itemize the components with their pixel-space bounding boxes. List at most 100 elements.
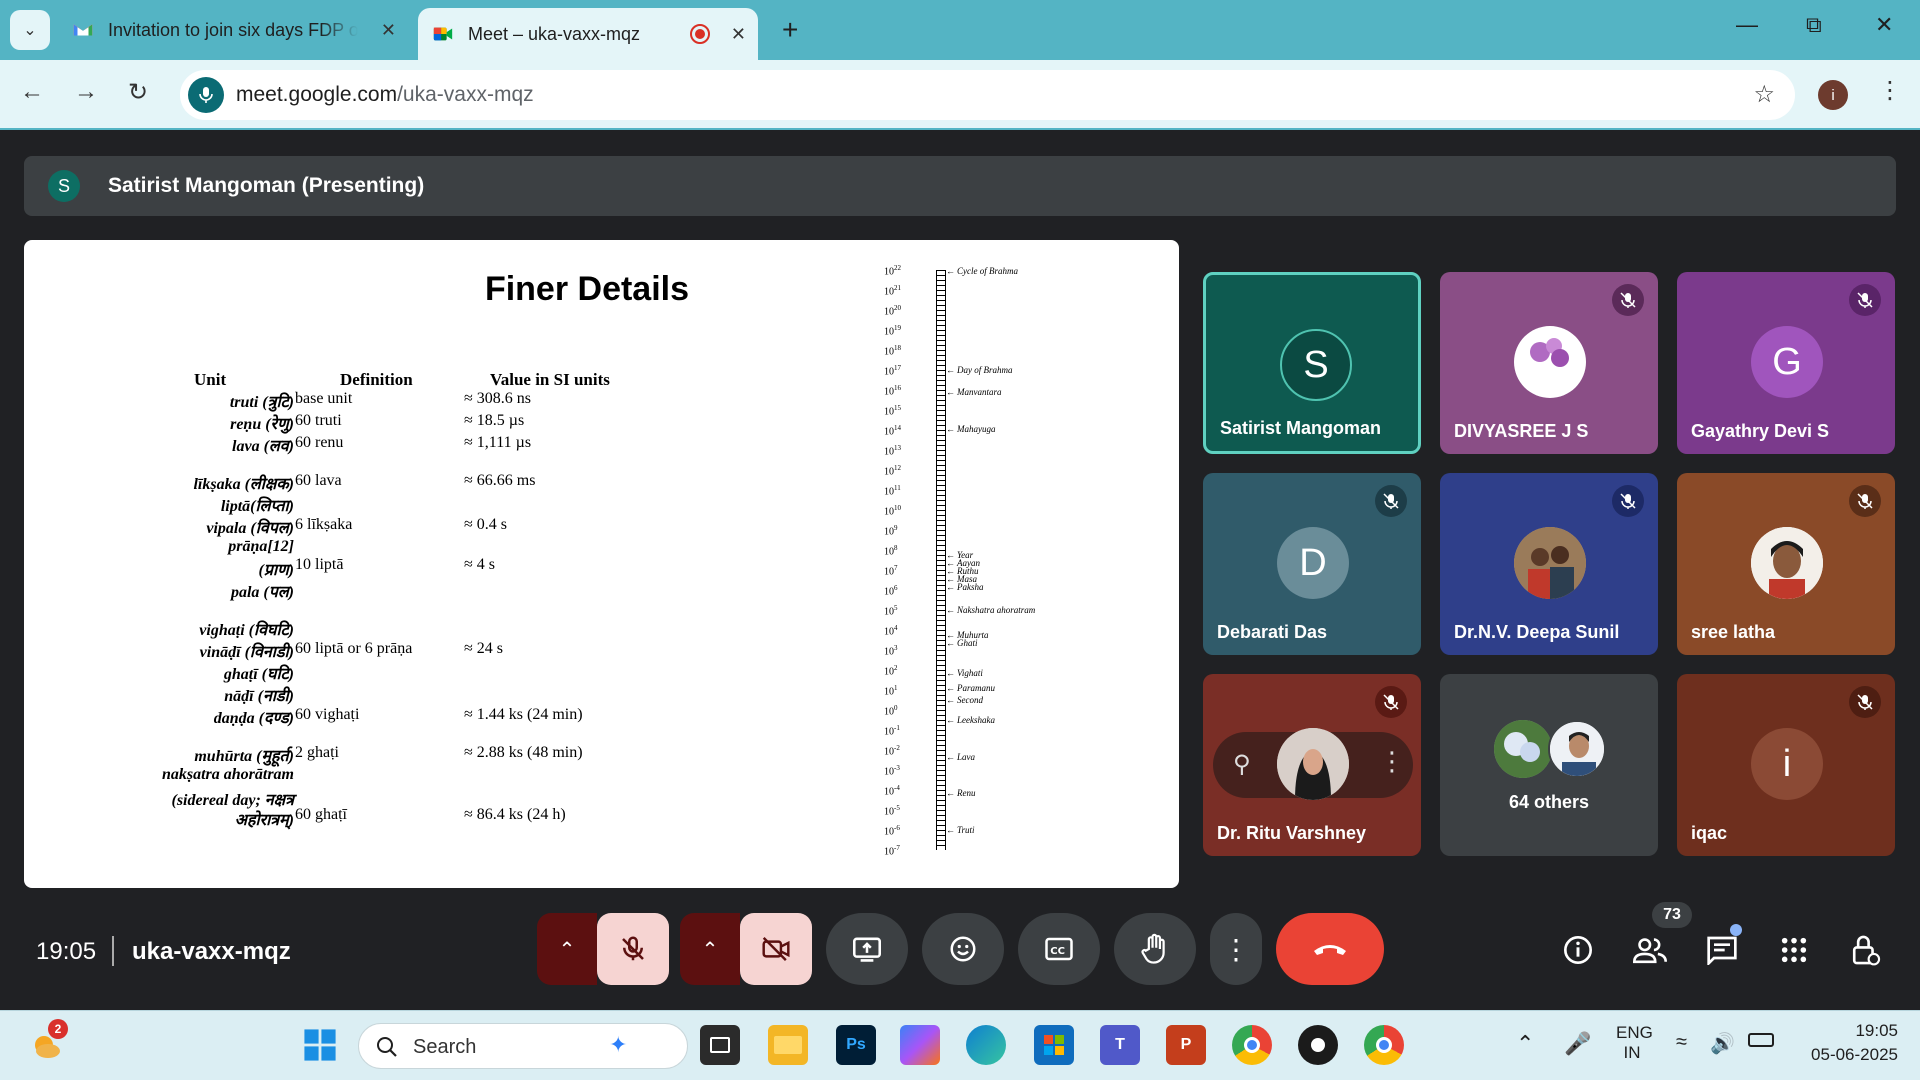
profile-avatar[interactable]: i [1818, 80, 1848, 110]
volume-icon[interactable]: 🔊 [1710, 1031, 1735, 1056]
unit-cell: muhūrta (मुहूर्त) [194, 748, 294, 765]
scale-tick-label: 1010 [884, 504, 901, 518]
tab-search-button[interactable]: ⌄ [10, 10, 50, 50]
present-screen-button[interactable] [826, 913, 908, 985]
participant-name: Dr.N.V. Deepa Sunil [1454, 622, 1620, 642]
close-icon[interactable]: ✕ [731, 24, 746, 45]
scale-tick-label: 10-1 [884, 724, 900, 738]
obs-studio-icon[interactable] [1298, 1025, 1338, 1065]
value-cell: ≈ 4 s [464, 556, 496, 573]
windows-start-icon[interactable] [300, 1025, 340, 1065]
camera-off-button[interactable] [740, 913, 812, 985]
muted-mic-icon [1849, 686, 1881, 718]
reload-icon[interactable]: ↻ [128, 78, 148, 107]
reactions-button[interactable] [922, 913, 1004, 985]
participant-tile[interactable]: i iqac [1677, 674, 1895, 856]
camera-control-group: ⌃ [680, 913, 812, 985]
scale-mark: Manvantara [946, 387, 1002, 397]
restore-icon[interactable]: ⧉ [1806, 12, 1822, 38]
scale-mark: Day of Brahma [946, 365, 1013, 375]
mic-off-button[interactable] [597, 913, 669, 985]
show-hidden-icons-chevron-icon[interactable]: ⌃ [1516, 1031, 1534, 1057]
host-controls-lock-icon[interactable] [1848, 932, 1884, 968]
close-icon[interactable]: ✕ [381, 20, 396, 41]
audio-settings-chevron-icon[interactable]: ⌃ [537, 913, 597, 985]
input-language[interactable]: ENG IN [1616, 1023, 1653, 1063]
task-view-icon[interactable] [700, 1025, 740, 1065]
microphone-in-use-icon[interactable] [188, 77, 224, 113]
tab-gmail[interactable]: Invitation to join six days FDP on ✕ [58, 8, 408, 52]
powerpoint-icon[interactable]: P [1166, 1025, 1206, 1065]
definition-cell: 60 truti [295, 412, 342, 429]
scale-tick-label: 1011 [884, 484, 901, 498]
taskbar-search[interactable]: Search ✦ [358, 1023, 688, 1069]
participant-tile[interactable]: G Gayathry Devi S [1677, 272, 1895, 454]
participant-tile[interactable]: S Satirist Mangoman [1203, 272, 1421, 454]
captions-button[interactable]: CC [1018, 913, 1100, 985]
people-icon[interactable] [1632, 932, 1668, 968]
chrome-profile-icon[interactable] [1232, 1025, 1272, 1065]
close-window-icon[interactable]: ✕ [1875, 12, 1893, 38]
participant-name: Debarati Das [1217, 622, 1328, 642]
more-options-button[interactable]: ⋮ [1210, 913, 1262, 985]
unit-cell: reṇu (रेणु) [230, 416, 294, 433]
definition-cell: 10 liptā [295, 556, 344, 573]
copilot-icon[interactable] [900, 1025, 940, 1065]
others-tile[interactable]: 64 others [1440, 674, 1658, 856]
leave-call-button[interactable] [1276, 913, 1384, 985]
pin-icon[interactable]: ⚲ [1233, 750, 1251, 779]
browser-toolbar: ← → ↻ meet.google.com/uka-vaxx-mqz ☆ i ⋮ [0, 60, 1920, 130]
back-arrow-icon[interactable]: ← [20, 78, 44, 106]
photoshop-icon[interactable]: Ps [836, 1025, 876, 1065]
unit-cell: lava (लव) [232, 438, 294, 455]
language-code: ENG [1616, 1023, 1653, 1042]
participant-tile[interactable]: DIVYASREE J S [1440, 272, 1658, 454]
value-cell: ≈ 0.4 s [464, 516, 508, 533]
unread-chat-dot [1730, 924, 1742, 936]
participant-tile[interactable]: sree latha [1677, 473, 1895, 655]
system-clock[interactable]: 19:05 05-06-2025 [1794, 1021, 1898, 1065]
bookmark-star-icon[interactable]: ☆ [1753, 80, 1775, 109]
raise-hand-button[interactable] [1114, 913, 1196, 985]
unit-cell: vināḍī (विनाडी) [199, 644, 294, 661]
microsoft-store-icon[interactable] [1034, 1025, 1074, 1065]
scale-tick-label: 1014 [884, 424, 901, 438]
url-text[interactable]: meet.google.com/uka-vaxx-mqz [236, 83, 534, 107]
widgets-weather-icon[interactable]: 2 [26, 1019, 68, 1065]
time-scale-figure: 1022 1021 1020 1019 1018 1017 1016 1015 1014 1013… [884, 260, 1144, 870]
video-settings-chevron-icon[interactable]: ⌃ [680, 913, 740, 985]
browser-menu-icon[interactable]: ⋮ [1878, 76, 1902, 105]
participant-tile[interactable]: ⚲ ⋮ Dr. Ritu Varshney [1203, 674, 1421, 856]
participant-count-badge: 73 [1652, 902, 1692, 928]
value-cell: ≈ 18.5 µs [464, 412, 525, 429]
meeting-info-icon[interactable] [1560, 932, 1596, 968]
meet-stage: S Satirist Mangoman (Presenting) Finer D… [0, 132, 1920, 1010]
raise-hand-icon [1141, 933, 1165, 964]
teams-icon[interactable]: T [1100, 1025, 1140, 1065]
wifi-icon[interactable]: ≈ [1676, 1031, 1687, 1054]
region-code: IN [1623, 1043, 1641, 1062]
tab-meet[interactable]: Meet – uka-vaxx-mqz ✕ [418, 8, 758, 60]
edge-icon[interactable] [966, 1025, 1006, 1065]
mic-control-group: ⌃ [537, 913, 669, 985]
presenter-avatar: S [48, 170, 80, 202]
more-options-icon[interactable]: ⋮ [1379, 746, 1405, 777]
definition-cell: 60 liptā or 6 prāṇa [295, 640, 413, 657]
microphone-icon[interactable]: 🎤 [1564, 1031, 1591, 1057]
chrome-icon[interactable] [1364, 1025, 1404, 1065]
scale-tick-label: 108 [884, 544, 898, 558]
forward-arrow-icon[interactable]: → [74, 78, 98, 106]
battery-icon[interactable] [1748, 1033, 1774, 1047]
participant-tile[interactable]: D Debarati Das [1203, 473, 1421, 655]
unit-cell: pala (पल) [230, 584, 294, 601]
participant-tile[interactable]: Dr.N.V. Deepa Sunil [1440, 473, 1658, 655]
participant-avatar: i [1751, 728, 1823, 800]
activities-grid-icon[interactable] [1776, 932, 1812, 968]
minimize-icon[interactable]: — [1736, 12, 1758, 38]
address-bar[interactable]: meet.google.com/uka-vaxx-mqz ☆ [180, 70, 1795, 120]
chat-icon[interactable] [1704, 924, 1742, 968]
unit-cell: nakṣatra ahorātram [161, 766, 294, 783]
file-explorer-icon[interactable] [768, 1025, 808, 1065]
new-tab-button[interactable]: + [782, 14, 798, 46]
muted-mic-icon [1849, 485, 1881, 517]
